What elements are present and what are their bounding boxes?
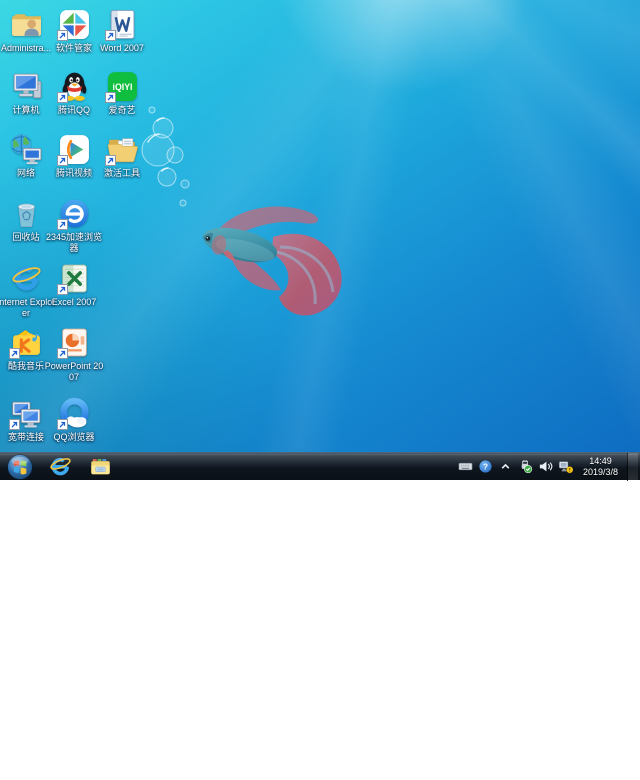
windows-logo-icon [7, 454, 33, 480]
shortcut-arrow-icon [105, 30, 116, 41]
qq-browser-icon [58, 397, 91, 430]
desktop-icon-2345-browser[interactable]: 2345加速浏览器 [44, 197, 104, 254]
svg-text:?: ? [483, 462, 488, 472]
show-desktop-button[interactable] [627, 453, 638, 481]
folder-tool-icon [106, 133, 139, 166]
tray-input-indicator-icon[interactable] [457, 458, 474, 475]
tray-network-status-icon[interactable] [557, 458, 574, 475]
windows-explorer-taskbar-button[interactable] [82, 453, 118, 480]
tray-help-icon[interactable]: ? [477, 458, 494, 475]
internet-explorer-taskbar-button[interactable] [42, 453, 78, 480]
desktop-icon-powerpoint-2007[interactable]: PowerPoint 2007 [44, 326, 104, 383]
light-ray [374, 0, 640, 715]
bubbles-art [140, 100, 220, 215]
software-manager-icon [58, 8, 91, 41]
shortcut-arrow-icon [57, 219, 68, 230]
taskbar: ? 14:49 2019/3/8 [0, 452, 640, 480]
clock-date: 2019/3/8 [583, 467, 618, 478]
shortcut-arrow-icon [57, 419, 68, 430]
explorer-icon [89, 455, 112, 478]
shortcut-arrow-icon [9, 348, 20, 359]
desktop[interactable]: Administra...软件管家Word 2007计算机腾讯QQiQIYI爱奇… [0, 0, 640, 480]
tray-safely-remove-hardware-icon[interactable] [517, 458, 534, 475]
light-ray [403, 0, 640, 378]
word-icon [106, 8, 139, 41]
desktop-icon-word-2007[interactable]: Word 2007 [92, 8, 152, 54]
network-icon [10, 133, 43, 166]
desktop-icon-qq-browser[interactable]: QQ浏览器 [44, 397, 104, 443]
shortcut-arrow-icon [9, 419, 20, 430]
desktop-icon-label: PowerPoint 2007 [44, 361, 104, 383]
desktop-icon-label: 2345加速浏览器 [44, 232, 104, 254]
shortcut-arrow-icon [57, 92, 68, 103]
powerpoint-icon [58, 326, 91, 359]
iqiyi-icon: iQIYI [106, 70, 139, 103]
desktop-icon-iqiyi[interactable]: iQIYI 爱奇艺 [92, 70, 152, 116]
shortcut-arrow-icon [57, 155, 68, 166]
shortcut-arrow-icon [57, 348, 68, 359]
desktop-icon-activation-tool[interactable]: 激活工具 [92, 133, 152, 179]
excel-icon [58, 262, 91, 295]
light-ray [190, 0, 447, 780]
browser-2345-icon [58, 197, 91, 230]
svg-text:iQIYI: iQIYI [112, 82, 132, 92]
clock-time: 14:49 [583, 456, 618, 467]
betta-fish-art [185, 192, 350, 327]
desktop-icon-label: 激活工具 [92, 168, 152, 179]
desktop-icon-label: Word 2007 [92, 43, 152, 54]
ie-task-icon [49, 455, 72, 478]
qq-icon [58, 70, 91, 103]
shortcut-arrow-icon [105, 92, 116, 103]
recycle-bin-icon [10, 197, 43, 230]
tray-volume-icon[interactable] [537, 458, 554, 475]
start-button[interactable] [4, 453, 36, 480]
desktop-icon-label: 爱奇艺 [92, 105, 152, 116]
user-folder-icon [10, 8, 43, 41]
tray-show-hidden-icons-icon[interactable] [497, 458, 514, 475]
broadband-icon [10, 397, 43, 430]
desktop-icon-excel-2007[interactable]: Excel 2007 [44, 262, 104, 308]
desktop-icon-label: Excel 2007 [44, 297, 104, 308]
shortcut-arrow-icon [57, 30, 68, 41]
shortcut-arrow-icon [105, 155, 116, 166]
taskbar-clock[interactable]: 14:49 2019/3/8 [577, 456, 624, 478]
tencent-video-icon [58, 133, 91, 166]
computer-icon [10, 70, 43, 103]
desktop-icon-label: QQ浏览器 [44, 432, 104, 443]
ie-icon [10, 262, 43, 295]
kuwo-icon [10, 326, 43, 359]
shortcut-arrow-icon [57, 284, 68, 295]
